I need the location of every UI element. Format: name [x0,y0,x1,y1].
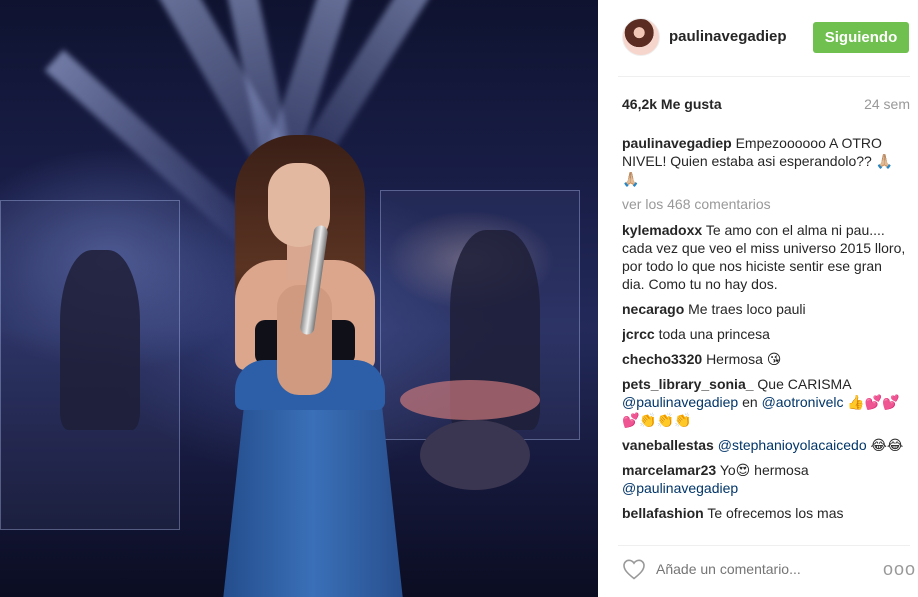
post-sidebar: paulinavegadiep Siguiendo 46,2k Me gusta… [598,0,918,597]
singer [215,135,405,597]
post-time[interactable]: 24 sem [864,96,910,112]
more-options-icon[interactable]: ooo [883,559,916,580]
view-all-comments-link[interactable]: ver los 468 comentarios [622,195,908,213]
username[interactable]: paulinavegadiep [669,28,787,45]
comment-text: Yo😍 hermosa [719,462,809,478]
comment-text: Hermosa 😘 [706,351,782,367]
comment: kylemadoxx Te amo con el alma ni pau....… [622,221,908,293]
comment-username[interactable]: checho3320 [622,351,702,367]
comment: necarago Me traes loco pauli [622,300,908,318]
comment: pets_library_sonia_ Que CARISMA @paulina… [622,375,908,429]
drum [400,380,540,420]
post-header: paulinavegadiep Siguiendo [598,0,918,76]
avatar[interactable] [622,18,660,56]
comment-mention[interactable]: @paulinavegadiep [622,480,738,496]
comment-username[interactable]: pets_library_sonia_ [622,376,754,392]
following-button[interactable]: Siguiendo [813,22,909,53]
background-musician [60,250,140,430]
comment-text: en [742,394,758,410]
post-photo[interactable] [0,0,598,597]
singer-pants [223,400,403,597]
header-divider [618,76,910,77]
comment-text: Te ofrecemos los mas [707,505,844,521]
drum [420,420,530,490]
comment-username[interactable]: bellafashion [622,505,704,521]
likes-row: 46,2k Me gusta 24 sem [622,96,910,116]
likes-count[interactable]: 46,2k Me gusta [622,96,722,112]
comment-username[interactable]: kylemadoxx [622,222,702,238]
comment-username[interactable]: marcelamar23 [622,462,716,478]
comment-text: Me traes loco pauli [688,301,806,317]
comment-text: Que CARISMA [757,376,851,392]
comment-mention[interactable]: @aotronivelc [762,394,844,410]
caption-username[interactable]: paulinavegadiep [622,135,732,151]
comment-text: toda una princesa [658,326,770,342]
comment-username[interactable]: necarago [622,301,684,317]
comments-list: paulinavegadiep Empezoooooo A OTRO NIVEL… [622,134,908,530]
comment: vaneballestas @stephanioyolacaicedo 😂😂 [622,436,908,454]
comment-mention[interactable]: @stephanioyolacaicedo [718,437,867,453]
comment-text: 😂😂 [870,437,904,453]
comment: jcrcc toda una princesa [622,325,908,343]
comment: bellafashion Te ofrecemos los mas [622,504,908,522]
comment-username[interactable]: jcrcc [622,326,655,342]
comment: marcelamar23 Yo😍 hermosa @paulinavegadie… [622,461,908,497]
heart-outline-icon[interactable] [622,558,646,580]
caption: paulinavegadiep Empezoooooo A OTRO NIVEL… [622,134,908,188]
comment: checho3320 Hermosa 😘 [622,350,908,368]
add-comment-input[interactable] [656,557,856,581]
comment-mention[interactable]: @paulinavegadiep [622,394,738,410]
comment-bar: ooo [598,545,918,597]
comment-username[interactable]: vaneballestas [622,437,714,453]
